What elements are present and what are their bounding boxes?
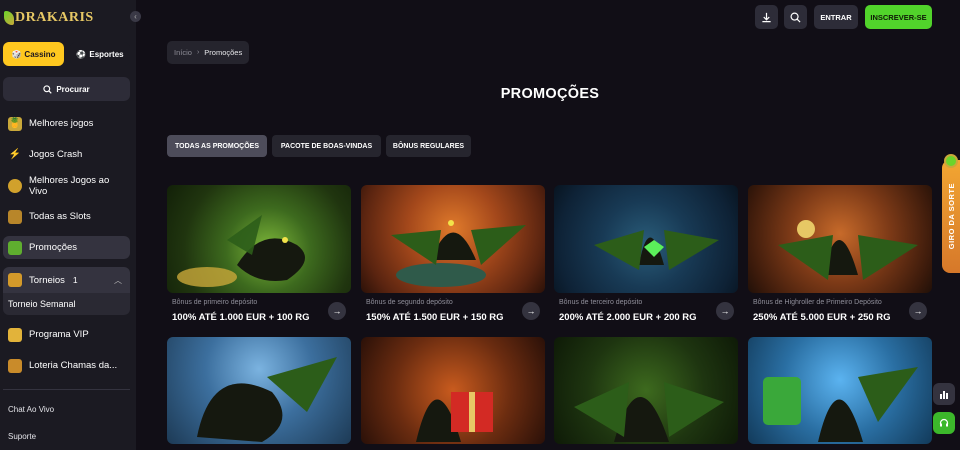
arrow-right-icon[interactable]: → (716, 302, 734, 320)
sidebar-divider (3, 389, 130, 390)
wheel-icon (944, 154, 958, 168)
headset-icon (939, 418, 949, 427)
sidebar-item-jogos-ao-vivo[interactable]: Melhores Jogos ao Vivo (3, 174, 130, 197)
filter-todas-promocoes[interactable]: TODAS AS PROMOÇÕES (167, 135, 267, 157)
promo-image-row2-1[interactable] (167, 337, 351, 444)
promo-image-third-deposit[interactable] (554, 185, 738, 293)
promo-title: 100% ATÉ 1.000 EUR + 100 RG (172, 312, 310, 323)
filter-pacote-boas-vindas[interactable]: PACOTE DE BOAS-VINDAS (272, 135, 381, 157)
giro-da-sorte-tab[interactable]: GIRO DA SORTE (942, 154, 960, 273)
dragon-logo-icon (4, 11, 14, 25)
promo-image-highroller[interactable] (748, 185, 932, 293)
sidebar-item-label: Melhores Jogos ao Vivo (28, 174, 110, 197)
sidebar-item-label: Loteria Chamas da... (29, 360, 118, 371)
search-icon (790, 12, 801, 23)
sidebar-item-label: Jogos Crash (29, 149, 83, 160)
sidebar-item-promocoes[interactable]: Promoções (3, 236, 130, 259)
breadcrumb-current: Promoções (204, 48, 243, 57)
support-chat-button[interactable] (933, 412, 955, 434)
trophy-icon (8, 273, 22, 287)
brand-logo[interactable]: DRAKARIS (4, 8, 94, 28)
sidebar-item-label: Programa VIP (29, 329, 89, 340)
sidebar-item-label: Torneios (29, 274, 65, 286)
chevron-right-icon: › (196, 49, 200, 56)
page-title: PROMOÇÕES (500, 86, 600, 102)
casino-chip-icon: 🎲 (11, 49, 22, 59)
crown-icon (8, 327, 22, 342)
sidebar-subitem-torneio-semanal[interactable]: Torneio Semanal (3, 293, 130, 315)
arrow-right-icon[interactable]: → (328, 302, 346, 320)
tab-esportes[interactable]: ⚽ Esportes (70, 42, 130, 66)
gift-icon (8, 240, 22, 255)
lightning-icon: ⚡ (8, 149, 22, 160)
login-button[interactable]: ENTRAR (814, 5, 858, 29)
signup-button[interactable]: INSCREVER-SE (865, 5, 932, 29)
search-icon (43, 84, 53, 94)
chevron-up-icon[interactable]: ︿ (114, 275, 122, 286)
promo-label: Bônus de Highroller de Primeiro Depósito (753, 299, 882, 306)
download-button[interactable] (755, 5, 778, 29)
sidebar-item-loteria[interactable]: Loteria Chamas da... (3, 354, 130, 377)
sidebar-item-todas-slots[interactable]: Todas as Slots (3, 205, 130, 228)
promo-label: Bônus de segundo depósito (366, 299, 453, 306)
sidebar-item-label: Promoções (29, 242, 78, 253)
bar-chart-icon (940, 391, 948, 399)
chat-ao-vivo-link[interactable]: Chat Ao Vivo (8, 405, 54, 414)
breadcrumb-home[interactable]: Início (174, 48, 192, 57)
promo-image-first-deposit[interactable] (167, 185, 351, 293)
tab-cassino[interactable]: 🎲 Cassino (3, 42, 64, 66)
arrow-right-icon[interactable]: → (909, 302, 927, 320)
soccer-ball-icon: ⚽ (76, 49, 87, 59)
coins-icon (8, 178, 22, 193)
promo-title: 150% ATÉ 1.500 EUR + 150 RG (366, 312, 504, 323)
pineapple-icon: 🍍 (8, 116, 22, 131)
chevron-left-icon: ‹ (134, 12, 137, 21)
promo-label: Bônus de primeiro depósito (172, 299, 258, 306)
search-label: Procurar (56, 84, 90, 94)
slot-dice-icon (8, 209, 22, 224)
filter-bonus-regulares[interactable]: BÔNUS REGULARES (386, 135, 471, 157)
arrow-right-icon[interactable]: → (522, 302, 540, 320)
download-icon (762, 12, 771, 22)
sidebar-item-melhores-jogos[interactable]: 🍍 Melhores jogos (3, 112, 130, 135)
logo-text: DRAKARIS (15, 10, 94, 25)
header-search-button[interactable] (784, 5, 807, 29)
promo-title: 250% ATÉ 5.000 EUR + 250 RG (753, 312, 891, 323)
lottery-icon (8, 358, 22, 373)
promo-image-second-deposit[interactable] (361, 185, 545, 293)
promo-label: Bônus de terceiro depósito (559, 299, 643, 306)
stats-button[interactable] (933, 383, 955, 405)
sidebar-item-programa-vip[interactable]: Programa VIP (3, 323, 130, 346)
breadcrumb: Início › Promoções (167, 41, 250, 64)
promo-title: 200% ATÉ 2.000 EUR + 200 RG (559, 312, 697, 323)
sidebar: DRAKARIS 🎲 Cassino ⚽ Esportes Procurar 🍍… (0, 0, 136, 450)
sidebar-item-label: Melhores jogos (29, 118, 94, 129)
sidebar-item-torneios[interactable]: Torneios 1 ︿ (3, 267, 130, 293)
tab-cassino-label: Cassino (24, 49, 56, 59)
promo-image-row2-3[interactable] (554, 337, 738, 444)
sidebar-item-jogos-crash[interactable]: ⚡ Jogos Crash (3, 143, 130, 166)
giro-da-sorte-label: GIRO DA SORTE (946, 183, 956, 250)
promo-image-row2-2[interactable] (361, 337, 545, 444)
torneios-count-badge: 1 (72, 275, 78, 285)
sidebar-item-label: Todas as Slots (29, 211, 91, 222)
promo-image-row2-4[interactable] (748, 337, 932, 444)
search-button[interactable]: Procurar (3, 77, 130, 101)
subitem-label: Torneio Semanal (8, 299, 76, 309)
tab-esportes-label: Esportes (89, 49, 124, 59)
collapse-sidebar-button[interactable]: ‹ (130, 11, 141, 22)
suporte-link[interactable]: Suporte (8, 432, 36, 441)
